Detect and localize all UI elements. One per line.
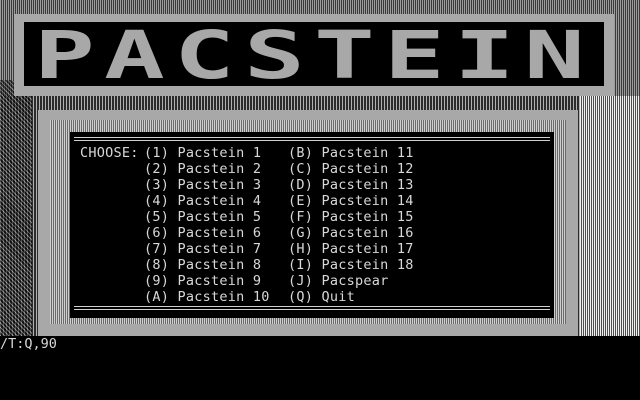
logo-banner: PACSTEIN — [14, 14, 614, 96]
bottom-divider — [74, 306, 550, 310]
menu-option[interactable]: (1) Pacstein 1 — [144, 145, 270, 161]
menu-option[interactable]: (D) Pacstein 13 — [288, 177, 414, 193]
menu-option[interactable]: (4) Pacstein 4 — [144, 193, 270, 209]
choose-prompt: CHOOSE: — [80, 145, 139, 161]
menu-option[interactable]: (G) Pacstein 16 — [288, 225, 414, 241]
menu-frame: CHOOSE: (1) Pacstein 1 (2) Pacstein 2 (3) … — [38, 110, 578, 336]
top-divider — [74, 137, 550, 141]
pacstein-logo: PACSTEIN — [34, 22, 594, 86]
command-line: /T:Q,90 — [0, 336, 57, 352]
menu-column-2: (B) Pacstein 11 (C) Pacstein 12 (D) Pacste… — [288, 145, 414, 305]
menu-option[interactable]: (F) Pacstein 15 — [288, 209, 414, 225]
right-dither-band — [580, 96, 640, 336]
menu-option[interactable]: (J) Pacspear — [288, 273, 414, 289]
menu-option[interactable]: (2) Pacstein 2 — [144, 161, 270, 177]
menu-option[interactable]: (7) Pacstein 7 — [144, 241, 270, 257]
menu-option[interactable]: (Q) Quit — [288, 289, 414, 305]
menu-option[interactable]: (8) Pacstein 8 — [144, 257, 270, 273]
menu-option[interactable]: (9) Pacstein 9 — [144, 273, 270, 289]
menu-option[interactable]: (C) Pacstein 12 — [288, 161, 414, 177]
logo-panel: PACSTEIN — [24, 22, 604, 86]
menu-option[interactable]: (H) Pacstein 17 — [288, 241, 414, 257]
menu-option[interactable]: (5) Pacstein 5 — [144, 209, 270, 225]
menu-option[interactable]: (B) Pacstein 11 — [288, 145, 414, 161]
menu-option[interactable]: (I) Pacstein 18 — [288, 257, 414, 273]
logo-title: PACSTEIN — [34, 22, 594, 86]
left-shade-pattern — [0, 80, 32, 336]
menu-column-1: (1) Pacstein 1 (2) Pacstein 2 (3) Pacstein… — [144, 145, 270, 305]
menu-option[interactable]: (3) Pacstein 3 — [144, 177, 270, 193]
menu-option[interactable]: (A) Pacstein 10 — [144, 289, 270, 305]
menu-option[interactable]: (E) Pacstein 14 — [288, 193, 414, 209]
menu-option[interactable]: (6) Pacstein 6 — [144, 225, 270, 241]
menu-panel: CHOOSE: (1) Pacstein 1 (2) Pacstein 2 (3) … — [70, 132, 554, 318]
